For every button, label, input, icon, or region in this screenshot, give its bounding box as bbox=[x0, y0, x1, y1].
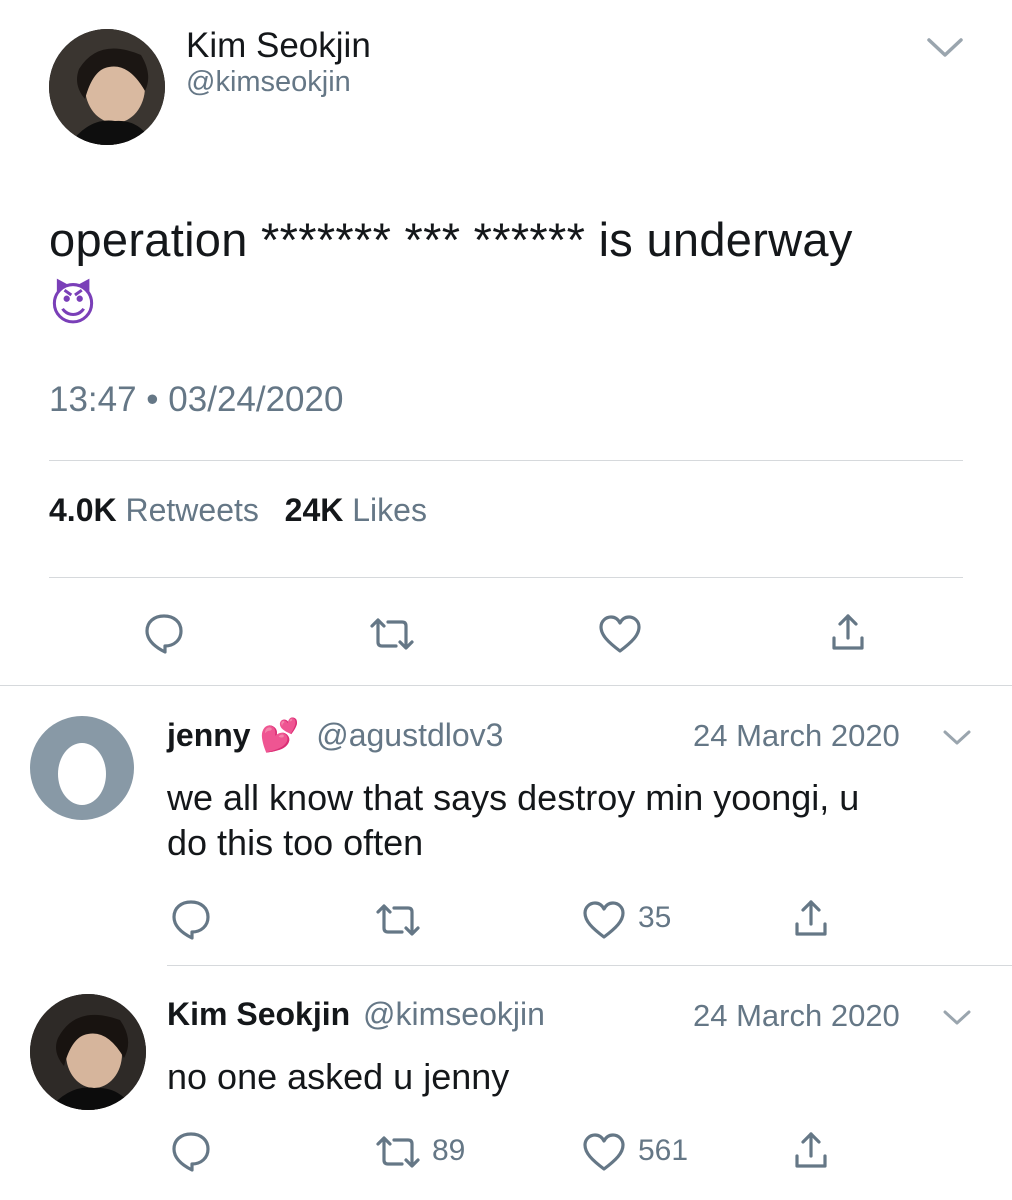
tweet-text: operation ******* *** ****** is underway bbox=[49, 213, 853, 266]
divider bbox=[167, 965, 1012, 966]
share-icon[interactable] bbox=[793, 1130, 829, 1170]
chevron-down-icon[interactable] bbox=[942, 728, 972, 748]
heart-icon[interactable] bbox=[582, 900, 626, 940]
reply-author-name[interactable]: jenny bbox=[167, 717, 251, 753]
retweet-count: 89 bbox=[432, 1134, 466, 1167]
reply-icon[interactable] bbox=[170, 898, 212, 940]
heart-icon[interactable] bbox=[582, 1132, 626, 1172]
reply-author-handle[interactable]: @agustdlov3 bbox=[316, 717, 503, 753]
like-count: 35 bbox=[638, 901, 672, 934]
reply-author-handle[interactable]: @kimseokjin bbox=[363, 996, 545, 1032]
reply-date[interactable]: 24 March 2020 bbox=[693, 718, 900, 754]
likes-count[interactable]: 24K bbox=[285, 492, 344, 528]
reply-author-name[interactable]: Kim Seokjin bbox=[167, 996, 350, 1032]
reply-date[interactable]: 24 March 2020 bbox=[693, 998, 900, 1034]
retweets-label[interactable]: Retweets bbox=[125, 492, 258, 528]
reply-icon[interactable] bbox=[143, 612, 185, 654]
share-icon[interactable] bbox=[793, 898, 829, 938]
share-icon[interactable] bbox=[830, 612, 866, 652]
reply-header: jenny 💕 @agustdlov3 bbox=[167, 716, 503, 754]
heart-icon[interactable] bbox=[598, 614, 642, 654]
devil-emoji: 😈 bbox=[49, 278, 97, 330]
retweet-icon[interactable] bbox=[368, 616, 416, 652]
divider bbox=[49, 577, 963, 578]
divider bbox=[49, 460, 963, 461]
reply-text: we all know that says destroy min yoongi… bbox=[167, 775, 859, 865]
likes-label[interactable]: Likes bbox=[352, 492, 427, 528]
reply-text: no one asked u jenny bbox=[167, 1056, 510, 1097]
retweets-count[interactable]: 4.0K bbox=[49, 492, 117, 528]
author-name[interactable]: Kim Seokjin bbox=[186, 26, 371, 66]
reply-icon[interactable] bbox=[170, 1130, 212, 1172]
chevron-down-icon[interactable] bbox=[942, 1008, 972, 1028]
tweet-stats: 4.0K Retweets 24K Likes bbox=[49, 492, 427, 529]
tweet-timestamp: 13:47 • 03/24/2020 bbox=[49, 380, 344, 419]
avatar[interactable] bbox=[49, 29, 165, 145]
chevron-down-icon[interactable] bbox=[926, 36, 964, 60]
egg-avatar[interactable] bbox=[30, 716, 134, 820]
avatar[interactable] bbox=[30, 994, 146, 1110]
author-handle[interactable]: @kimseokjin bbox=[186, 66, 351, 99]
like-count: 561 bbox=[638, 1134, 689, 1167]
reply-header: Kim Seokjin @kimseokjin bbox=[167, 996, 545, 1033]
divider bbox=[0, 685, 1012, 686]
retweet-icon[interactable] bbox=[374, 902, 422, 938]
reply-text-line: we all know that says destroy min yoongi… bbox=[167, 777, 860, 818]
retweet-icon[interactable] bbox=[374, 1134, 422, 1170]
reply-text-line: do this too often bbox=[167, 822, 424, 863]
hearts-emoji: 💕 bbox=[259, 717, 300, 753]
